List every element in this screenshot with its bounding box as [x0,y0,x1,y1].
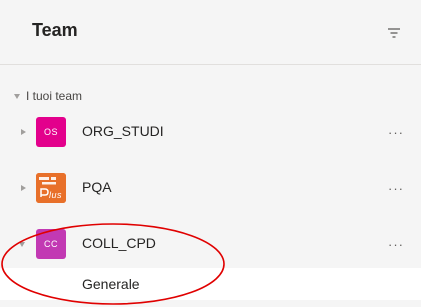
section-label: I tuoi team [26,89,83,103]
more-options-icon[interactable]: ··· [388,125,404,140]
teams-header: Team [0,0,421,64]
team-row-org-studi[interactable]: OS ORG_STUDI ··· [0,110,421,154]
caret-right-icon [21,185,26,191]
team-avatar-initials: CC [44,239,58,249]
channel-name: Generale [82,276,140,292]
channel-row-generale[interactable]: Generale [0,268,421,300]
filter-icon[interactable] [387,27,401,39]
team-name: ORG_STUDI [82,123,164,139]
caret-down-icon [14,93,20,99]
teams-panel: Team I tuoi team OS ORG_STUDI ··· lus PQ… [0,0,421,307]
more-options-icon[interactable]: ··· [388,181,404,196]
svg-text:lus: lus [49,190,62,200]
team-avatar: CC [36,229,66,259]
caret-right-icon [21,129,26,135]
caret-down-icon [19,242,25,247]
team-name: COLL_CPD [82,235,156,251]
quality-plus-logo: lus [36,173,66,203]
team-row-pqa[interactable]: lus PQA ··· [0,166,421,210]
team-avatar: lus [36,173,66,203]
team-avatar: OS [36,117,66,147]
team-avatar-initials: OS [43,127,58,137]
team-row-coll-cpd[interactable]: CC COLL_CPD ··· [0,222,421,266]
team-name: PQA [82,179,112,195]
more-options-icon[interactable]: ··· [388,237,404,252]
section-your-teams[interactable]: I tuoi team [14,88,82,104]
page-title: Team [32,20,78,40]
header-divider [0,64,421,65]
